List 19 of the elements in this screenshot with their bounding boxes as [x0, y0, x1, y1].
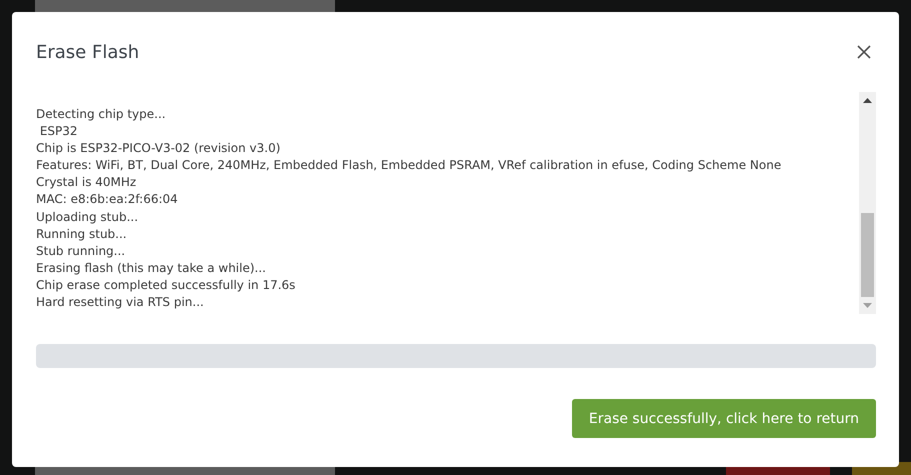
log-line: MAC: e8:6b:ea:2f:66:04: [36, 191, 179, 208]
log-line: Hard resetting via RTS pin...: [36, 294, 205, 312]
log-line: Detecting chip type...: [36, 106, 167, 123]
scrollbar[interactable]: [859, 92, 876, 314]
log-line: Stub running...: [36, 242, 126, 260]
log-line: ESP32: [38, 123, 79, 140]
log-line: Running stub...: [36, 226, 128, 243]
scroll-up-icon[interactable]: [863, 98, 872, 103]
dialog-title: Erase Flash: [36, 42, 140, 62]
scroll-thumb[interactable]: [861, 213, 874, 297]
log-line: Erasing flash (this may take a while)...: [36, 260, 267, 277]
log-line: Features: WiFi, BT, Dual Core, 240MHz, Embedded Flash, Embedded PSRAM, VRef calibration in efuse, Coding Scheme None: [36, 157, 782, 174]
log-line: Uploading stub...: [36, 208, 140, 226]
log-line: Crystal is 40MHz: [36, 174, 138, 192]
close-icon: [856, 44, 872, 60]
log-line: Chip is ESP32-PICO-V3-02 (revision v3.0): [36, 140, 282, 158]
log-line: Chip erase completed successfully in 17.6s: [36, 276, 296, 294]
return-button[interactable]: Erase successfully, click here to return: [572, 399, 876, 438]
scroll-down-icon[interactable]: [863, 303, 872, 308]
